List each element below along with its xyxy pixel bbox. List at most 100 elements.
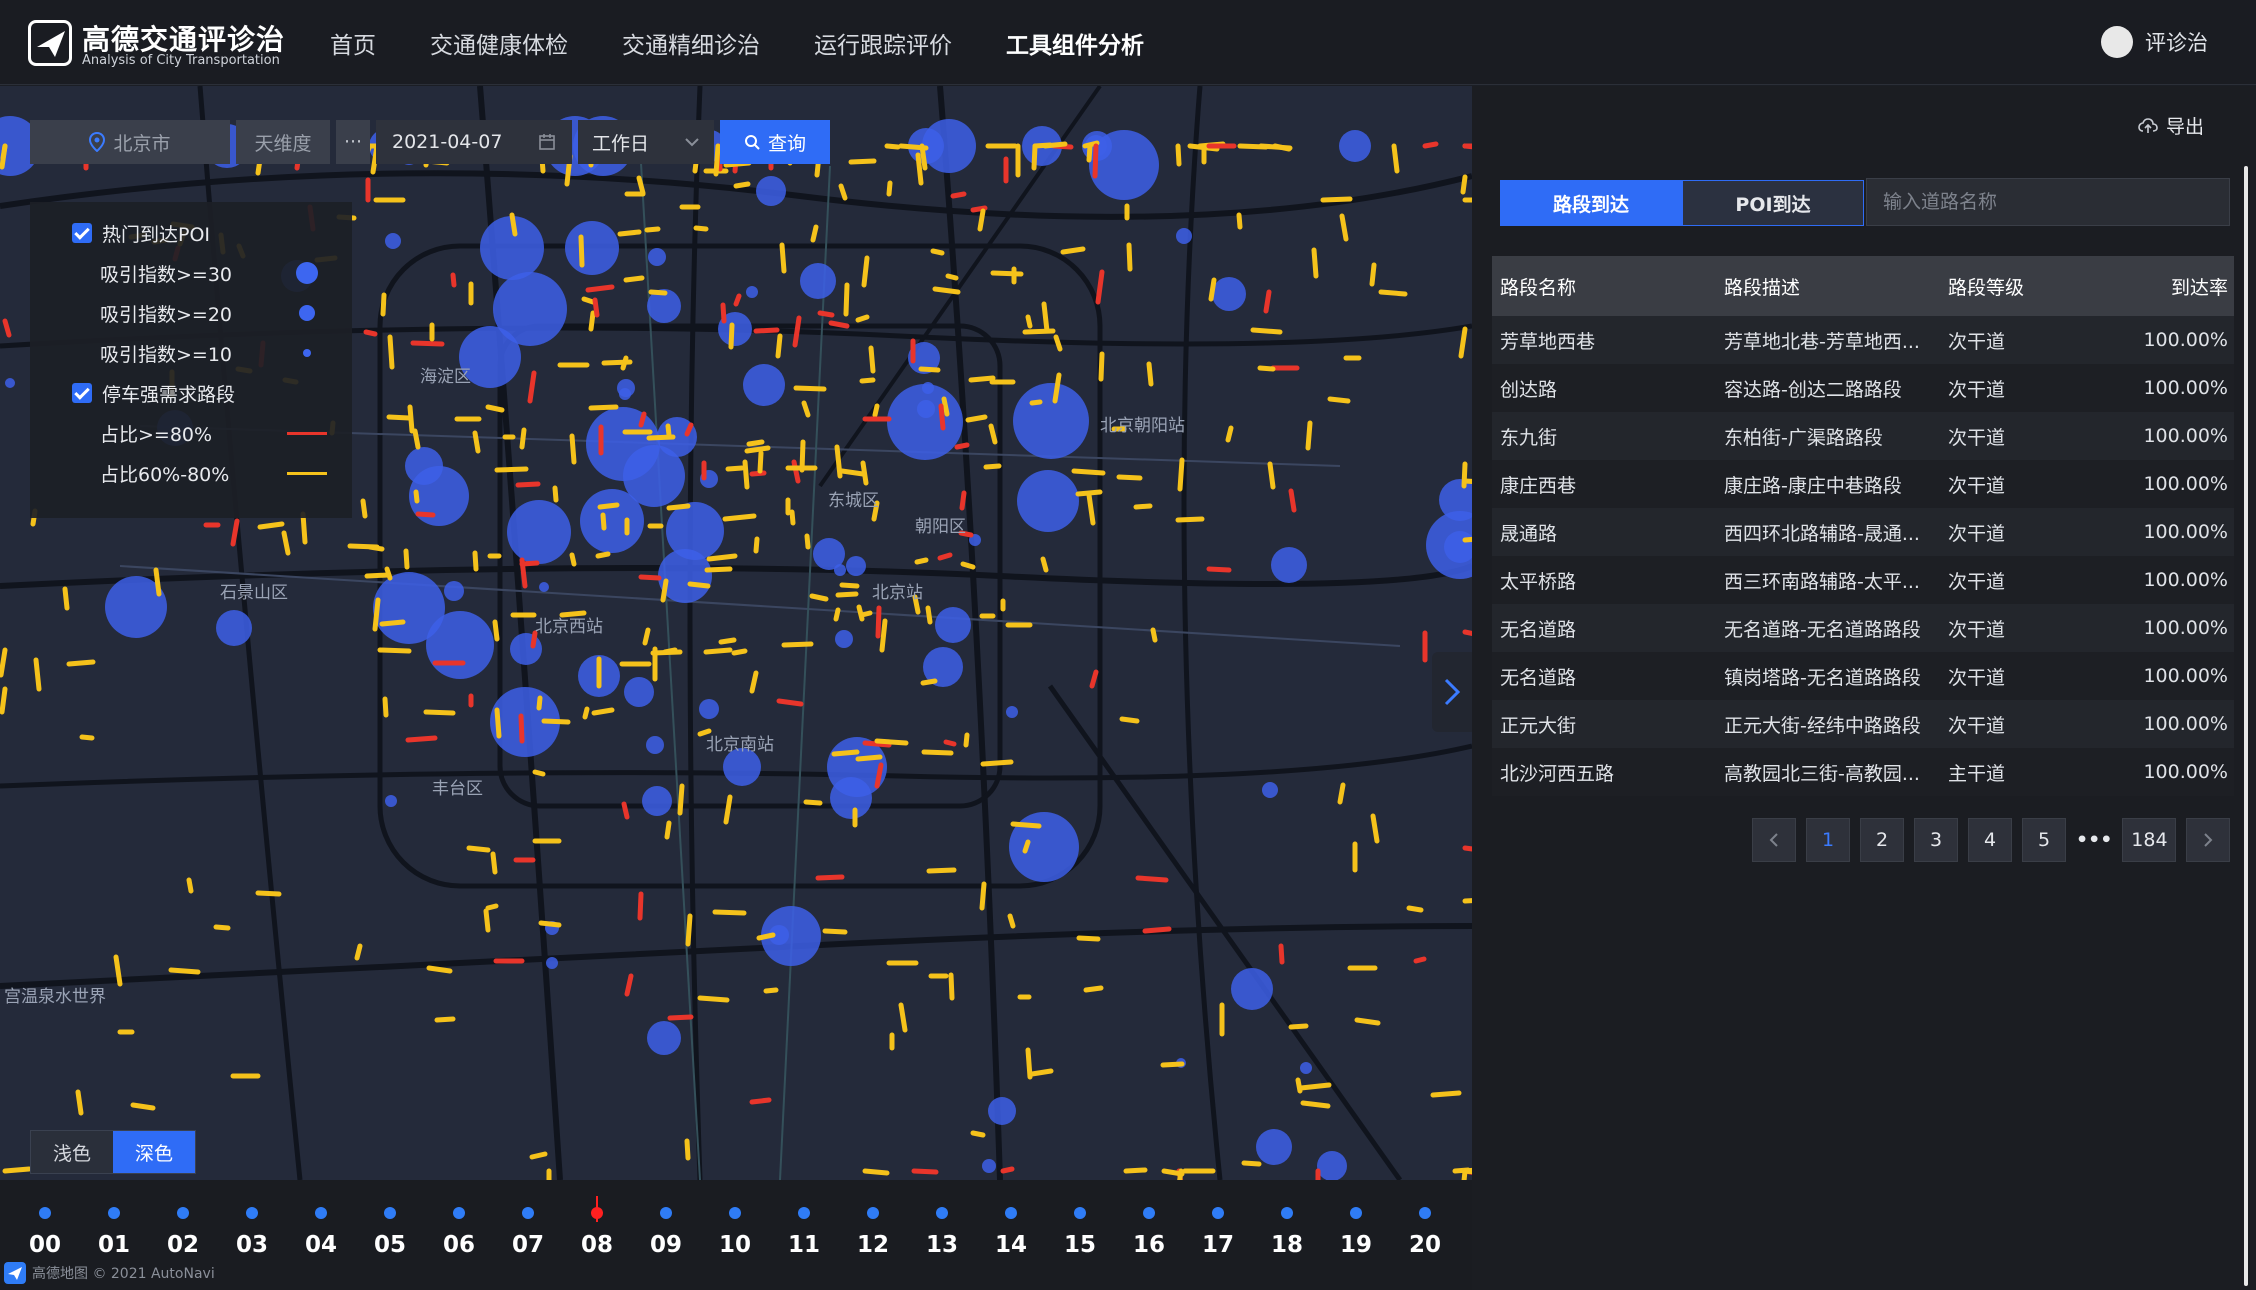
road-segment[interactable]: [749, 670, 759, 694]
poi-bubble[interactable]: [385, 233, 401, 249]
road-segment[interactable]: [970, 1130, 986, 1138]
map-view[interactable]: 海淀区 北京朝阳站 东城区 石景山区 北京西站 朝阳区 北京站 北京南站 丰台区…: [0, 86, 1472, 1180]
road-segment[interactable]: [706, 553, 738, 562]
road-segment[interactable]: [833, 607, 841, 622]
road-segment[interactable]: [941, 396, 950, 417]
road-segment[interactable]: [519, 557, 528, 589]
road-segment[interactable]: [744, 445, 771, 454]
road-segment[interactable]: [1150, 627, 1158, 643]
road-segment[interactable]: [79, 734, 95, 741]
road-segment[interactable]: [664, 820, 672, 840]
road-segment[interactable]: [954, 442, 970, 450]
column-header[interactable]: 路段等级: [1940, 273, 2120, 300]
table-row[interactable]: 正元大街 正元大街-经纬中路路段 次干道 100.00%: [1492, 700, 2234, 748]
road-segment[interactable]: [644, 226, 661, 233]
road-segment[interactable]: [960, 561, 976, 570]
theme-dark-button[interactable]: 深色: [113, 1131, 195, 1173]
prev-page-button[interactable]: [1752, 818, 1796, 862]
road-segment[interactable]: [801, 400, 811, 418]
road-segment[interactable]: [1298, 1082, 1332, 1091]
road-segment[interactable]: [943, 739, 957, 747]
road-segment[interactable]: [763, 987, 779, 994]
road-segment[interactable]: [1041, 301, 1050, 334]
road-segment[interactable]: [1406, 905, 1424, 913]
road-segment[interactable]: [300, 511, 308, 545]
road-segment[interactable]: [532, 769, 546, 777]
road-segment[interactable]: [1267, 461, 1276, 490]
nav-home[interactable]: 首页: [330, 26, 376, 60]
road-segment[interactable]: [662, 647, 678, 655]
road-segment[interactable]: [1460, 174, 1468, 195]
poi-bubble[interactable]: [1262, 782, 1278, 798]
poi-bubble[interactable]: [835, 630, 853, 648]
poi-bubble[interactable]: [1176, 228, 1192, 244]
road-segment[interactable]: [1031, 143, 1038, 171]
road-segment[interactable]: [2, 1166, 32, 1174]
road-segment[interactable]: [723, 794, 733, 825]
road-segment[interactable]: [1029, 399, 1043, 406]
road-segment[interactable]: [1040, 556, 1049, 573]
road-segment[interactable]: [62, 586, 70, 611]
legend-poi-toggle[interactable]: 热门到达POI: [30, 218, 352, 248]
column-header[interactable]: 路段名称: [1492, 273, 1716, 300]
road-segment[interactable]: [1422, 141, 1439, 149]
road-segment[interactable]: [1126, 242, 1133, 272]
tab-road-arrival[interactable]: 路段到达: [1500, 180, 1682, 226]
road-segment[interactable]: [926, 867, 957, 874]
road-segment[interactable]: [1462, 845, 1472, 852]
road-segment[interactable]: [1250, 327, 1283, 335]
road-segment[interactable]: [494, 466, 529, 473]
road-segment[interactable]: [527, 370, 537, 404]
road-segment[interactable]: [0, 686, 8, 715]
road-segment[interactable]: [581, 296, 596, 305]
road-segment[interactable]: [1278, 943, 1285, 965]
user-menu[interactable]: 评诊治: [2101, 26, 2208, 58]
road-segment[interactable]: [775, 333, 783, 359]
road-segment[interactable]: [509, 212, 518, 237]
road-search-input[interactable]: [1866, 178, 2230, 226]
road-segment[interactable]: [990, 270, 1024, 277]
poi-bubble[interactable]: [935, 607, 971, 643]
road-segment[interactable]: [621, 801, 630, 820]
road-segment[interactable]: [968, 375, 996, 383]
road-segment[interactable]: [921, 749, 954, 756]
road-segment[interactable]: [1311, 247, 1319, 279]
road-segment[interactable]: [1241, 1160, 1262, 1167]
road-segment[interactable]: [569, 433, 577, 465]
road-segment[interactable]: [638, 574, 662, 581]
road-segment[interactable]: [918, 366, 941, 373]
road-segment[interactable]: [1119, 716, 1140, 724]
road-segment[interactable]: [1123, 1167, 1148, 1174]
road-segment[interactable]: [749, 470, 767, 477]
road-segment[interactable]: [781, 641, 814, 648]
poi-bubble[interactable]: [1017, 470, 1079, 532]
page-button[interactable]: 4: [1968, 818, 2012, 862]
road-segment[interactable]: [1053, 334, 1063, 352]
road-segment[interactable]: [591, 707, 615, 716]
road-segment[interactable]: [693, 225, 709, 232]
road-segment[interactable]: [1208, 277, 1217, 302]
road-segment[interactable]: [983, 463, 1002, 470]
road-segment[interactable]: [1462, 629, 1472, 636]
road-segment[interactable]: [746, 439, 765, 447]
road-segment[interactable]: [597, 502, 620, 510]
road-segment[interactable]: [601, 359, 633, 366]
road-segment[interactable]: [879, 618, 888, 653]
poi-bubble[interactable]: [1271, 547, 1307, 583]
poi-bubble[interactable]: [1339, 130, 1371, 162]
poi-bubble[interactable]: [1231, 968, 1273, 1010]
road-segment[interactable]: [1462, 478, 1472, 484]
road-segment[interactable]: [684, 1138, 691, 1161]
road-segment[interactable]: [33, 657, 42, 692]
nav-fine-diagnosis[interactable]: 交通精细诊治: [622, 26, 760, 60]
road-segment[interactable]: [733, 293, 742, 307]
poi-bubble[interactable]: [216, 610, 252, 646]
road-segment[interactable]: [637, 891, 644, 921]
road-segment[interactable]: [1010, 821, 1042, 829]
road-segment[interactable]: [792, 315, 802, 348]
poi-bubble[interactable]: [444, 581, 464, 601]
road-segment[interactable]: [728, 322, 735, 350]
road-segment[interactable]: [859, 610, 873, 618]
poi-bubble[interactable]: [385, 795, 397, 807]
road-segment[interactable]: [685, 913, 693, 947]
